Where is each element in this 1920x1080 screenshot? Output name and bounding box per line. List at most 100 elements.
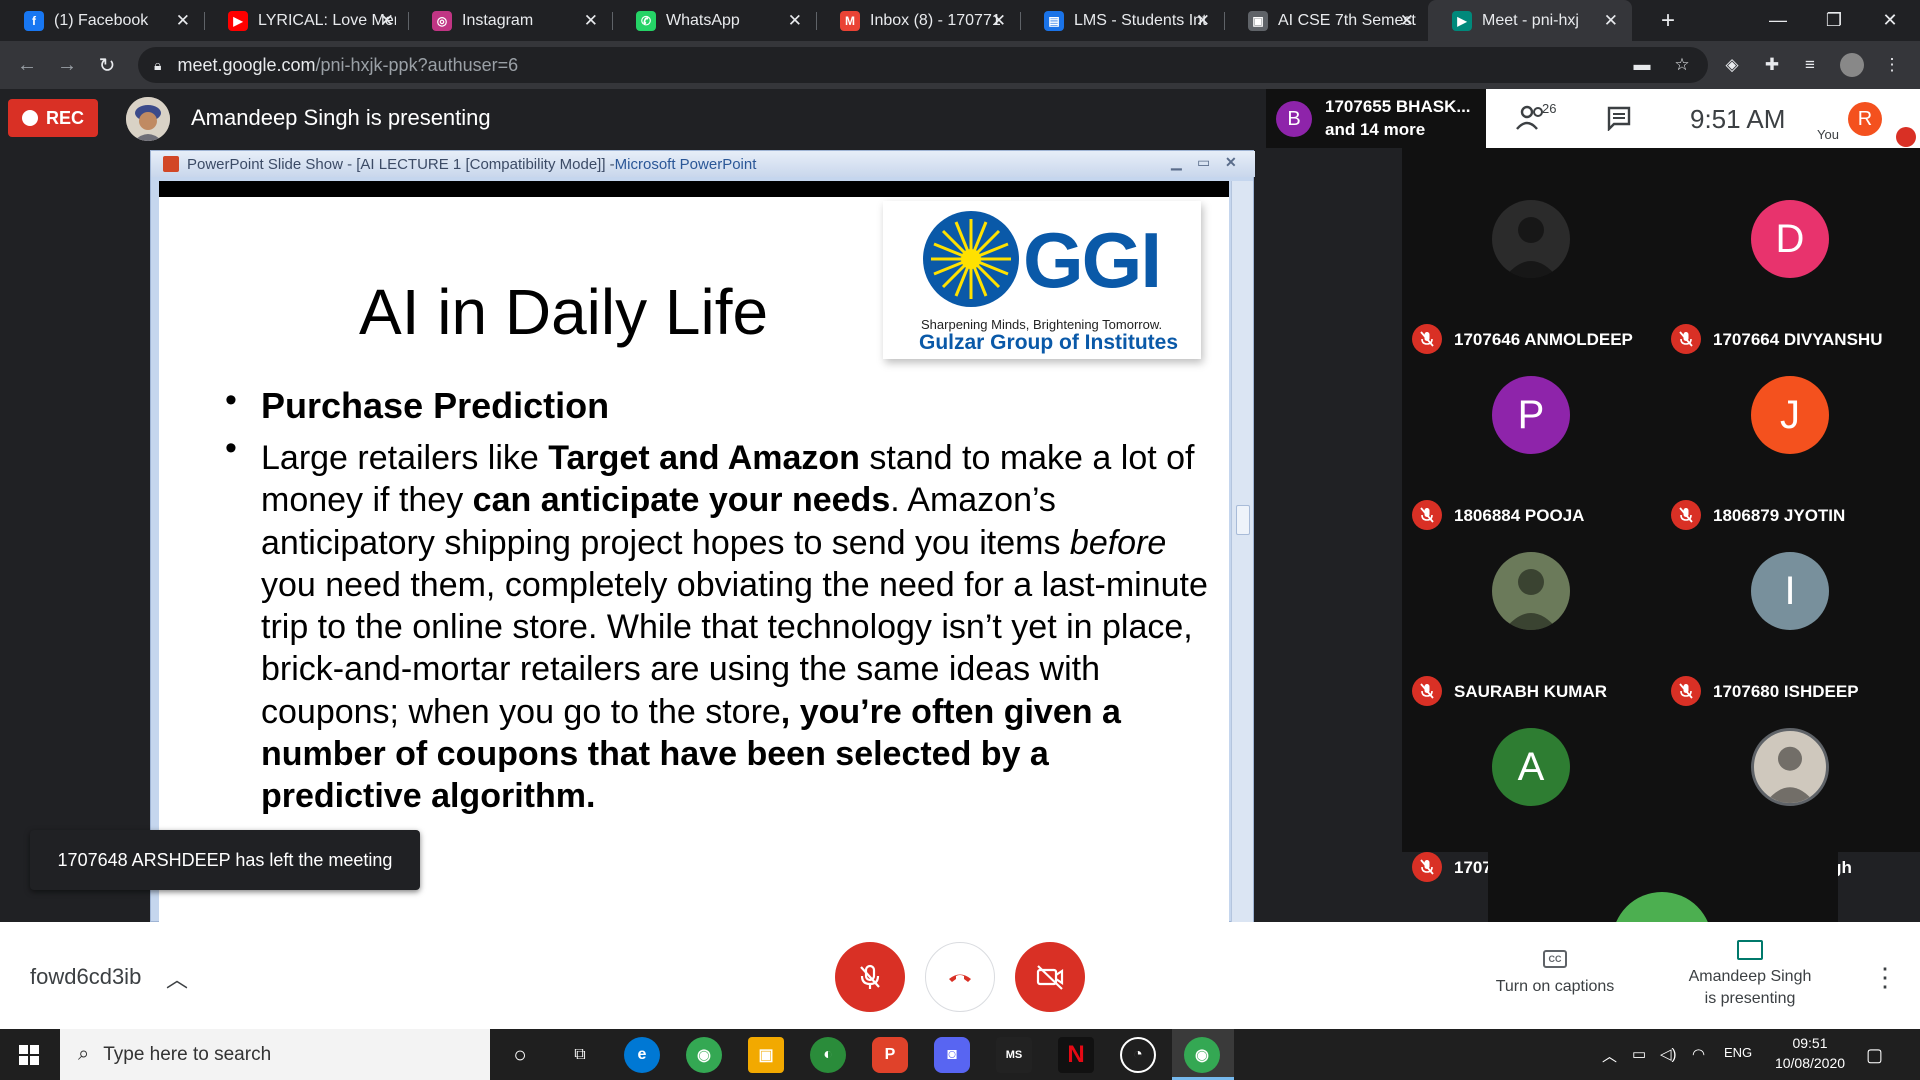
- captions-button[interactable]: CC Turn on captions: [1480, 950, 1630, 1020]
- participant-tile[interactable]: J 1806879 JYOTIN: [1661, 364, 1920, 540]
- puzzle-extensions-icon[interactable]: ✚: [1760, 53, 1784, 77]
- profile-avatar-icon[interactable]: [1840, 53, 1864, 77]
- maximize-icon[interactable]: ▭: [1197, 154, 1210, 171]
- tray-chevron-up-icon[interactable]: ︿: [1602, 1045, 1617, 1066]
- discord-icon[interactable]: ◙: [934, 1037, 970, 1073]
- volume-icon[interactable]: ◁): [1660, 1045, 1677, 1063]
- notification-icon[interactable]: ▢: [1866, 1045, 1883, 1066]
- browser-tab[interactable]: ▶ LYRICAL: Love Mer ✕: [204, 0, 408, 41]
- participant-tile[interactable]: I 1707680 ISHDEEP: [1661, 540, 1920, 716]
- presenter-avatar: [126, 97, 170, 141]
- media-control-icon[interactable]: ≡: [1798, 53, 1822, 77]
- tab-close-icon[interactable]: ✕: [584, 11, 598, 31]
- rec-label: REC: [45, 107, 84, 128]
- scrollbar-thumb[interactable]: [1236, 505, 1250, 535]
- participant-tile[interactable]: SAURABH KUMAR: [1402, 540, 1661, 716]
- minimize-window-icon[interactable]: —: [1750, 0, 1806, 41]
- participant-tile[interactable]: D 1707664 DIVYANSHU: [1661, 188, 1920, 364]
- browser-tab[interactable]: ▣ AI CSE 7th Semest ✕: [1224, 0, 1428, 41]
- logo-tagline: Sharpening Minds, Brightening Tomorrow.: [921, 317, 1163, 332]
- wifi-icon[interactable]: ◠: [1692, 1045, 1705, 1063]
- text-run-bold: can anticipate your needs: [472, 481, 891, 520]
- browser-tab[interactable]: ▤ LMS - Students Int ✕: [1020, 0, 1224, 41]
- app-icon[interactable]: ◐: [810, 1037, 846, 1073]
- text-run: Large retailers like: [261, 439, 549, 477]
- powerpoint-taskbar-icon[interactable]: P: [872, 1037, 908, 1073]
- browser-tab[interactable]: ▶ Meet - pni-hxj ✕: [1428, 0, 1632, 41]
- tab-close-icon[interactable]: ✕: [1604, 11, 1618, 31]
- avatar: [1612, 892, 1712, 922]
- participants-chip[interactable]: B 1707655 BHASK... and 14 more: [1266, 89, 1486, 148]
- participant-tile[interactable]: 1707646 ANMOLDEEP: [1402, 188, 1661, 364]
- browser-tab[interactable]: f (1) Facebook ✕: [0, 0, 204, 41]
- chat-icon[interactable]: [1606, 105, 1632, 131]
- windows-logo-icon: [19, 1044, 39, 1065]
- lms-icon: ▤: [1044, 10, 1064, 31]
- meet-top-bar: REC Amandeep Singh is presenting B 17076…: [0, 89, 1920, 148]
- browser-tab[interactable]: M Inbox (8) - 170771 ✕: [816, 0, 1020, 41]
- tab-close-icon[interactable]: ✕: [1400, 11, 1414, 31]
- browser-tab[interactable]: ✆ WhatsApp ✕: [612, 0, 816, 41]
- mic-muted-icon: [1412, 500, 1442, 530]
- store-icon[interactable]: ▣: [748, 1037, 784, 1073]
- new-tab-icon[interactable]: +: [1640, 0, 1696, 41]
- camera-toggle-button[interactable]: [1015, 942, 1085, 1012]
- forward-icon[interactable]: →: [50, 48, 84, 82]
- browser-tab-title: Instagram: [462, 11, 534, 29]
- reload-icon[interactable]: ↻: [90, 48, 124, 82]
- language-indicator[interactable]: ENG: [1724, 1045, 1752, 1060]
- chrome-active-taskbar-item[interactable]: ◉: [1172, 1029, 1234, 1080]
- slide-scrollbar[interactable]: [1231, 181, 1253, 923]
- presenting-button[interactable]: Amandeep Singh is presenting: [1670, 940, 1830, 1020]
- gmail-icon: M: [840, 10, 860, 31]
- close-icon[interactable]: ✕: [1225, 154, 1237, 171]
- meeting-code[interactable]: fowd6cd3ib: [30, 964, 141, 990]
- bookmark-star-icon[interactable]: ☆: [1670, 53, 1694, 77]
- chrome-icon[interactable]: ◉: [686, 1037, 722, 1073]
- taskbar-search[interactable]: ⌕ Type here to search: [60, 1029, 490, 1080]
- captions-label: Turn on captions: [1495, 978, 1615, 995]
- browser-menu-icon[interactable]: ⋮: [1880, 53, 1904, 77]
- tab-close-icon[interactable]: ✕: [1196, 11, 1210, 31]
- powerpoint-app-name: Microsoft PowerPoint: [614, 155, 757, 173]
- taskbar-clock[interactable]: 09:51 10/08/2020: [1770, 1033, 1850, 1073]
- back-icon[interactable]: ←: [10, 48, 44, 82]
- leave-call-button[interactable]: [925, 942, 995, 1012]
- logo-wordmark: GGI: [1023, 216, 1162, 304]
- camera-indicator-icon[interactable]: ▬: [1630, 53, 1654, 77]
- tab-close-icon[interactable]: ✕: [788, 11, 802, 31]
- ms-app-icon[interactable]: MS: [996, 1037, 1032, 1073]
- browser-tab[interactable]: ◎ Instagram ✕: [408, 0, 612, 41]
- windows-start-button[interactable]: [0, 1029, 58, 1080]
- people-count: 26: [1542, 101, 1557, 116]
- avatar: [1492, 552, 1570, 630]
- close-window-icon[interactable]: ✕: [1862, 0, 1918, 41]
- chevron-up-icon[interactable]: ︿: [166, 962, 188, 994]
- cortana-icon[interactable]: ○: [502, 1037, 538, 1073]
- slide: AI in Daily Life GGI Sharpening Minds, B…: [159, 197, 1229, 923]
- tab-close-icon[interactable]: ✕: [176, 11, 190, 31]
- tab-close-icon[interactable]: ✕: [380, 11, 394, 31]
- facebook-icon: f: [24, 10, 44, 31]
- participant-name: 1707646 ANMOLDEEP: [1454, 330, 1633, 349]
- obs-icon[interactable]: ◔: [1120, 1037, 1156, 1073]
- minimize-icon[interactable]: ▁: [1171, 154, 1182, 171]
- participant-tile[interactable]: P 1806884 POOJA: [1402, 364, 1661, 540]
- browser-tab-title: Inbox (8) - 170771: [870, 11, 1001, 29]
- netflix-icon[interactable]: N: [1058, 1037, 1094, 1073]
- self-avatar[interactable]: R: [1848, 102, 1882, 136]
- task-view-icon[interactable]: ⧉: [562, 1037, 598, 1073]
- text-run-bold: Target and Amazon: [548, 439, 860, 477]
- battery-icon[interactable]: ▭: [1632, 1045, 1646, 1063]
- tab-close-icon[interactable]: ✕: [992, 11, 1006, 31]
- restore-window-icon[interactable]: ❐: [1806, 0, 1862, 41]
- microphone-toggle-button[interactable]: [835, 942, 905, 1012]
- edge-icon[interactable]: e: [624, 1037, 660, 1073]
- mic-muted-icon: [1412, 852, 1442, 882]
- logo-institute-name: Gulzar Group of Institutes: [919, 331, 1179, 354]
- avatar: P: [1492, 376, 1570, 454]
- address-bar[interactable]: 🔒︎ meet.google.com/pni-hxjk-ppk?authuser…: [138, 47, 1708, 83]
- extension-icon[interactable]: ◈: [1720, 53, 1744, 77]
- participant-name: 1707664 DIVYANSHU: [1713, 330, 1883, 349]
- more-options-icon[interactable]: ⋮: [1872, 962, 1898, 993]
